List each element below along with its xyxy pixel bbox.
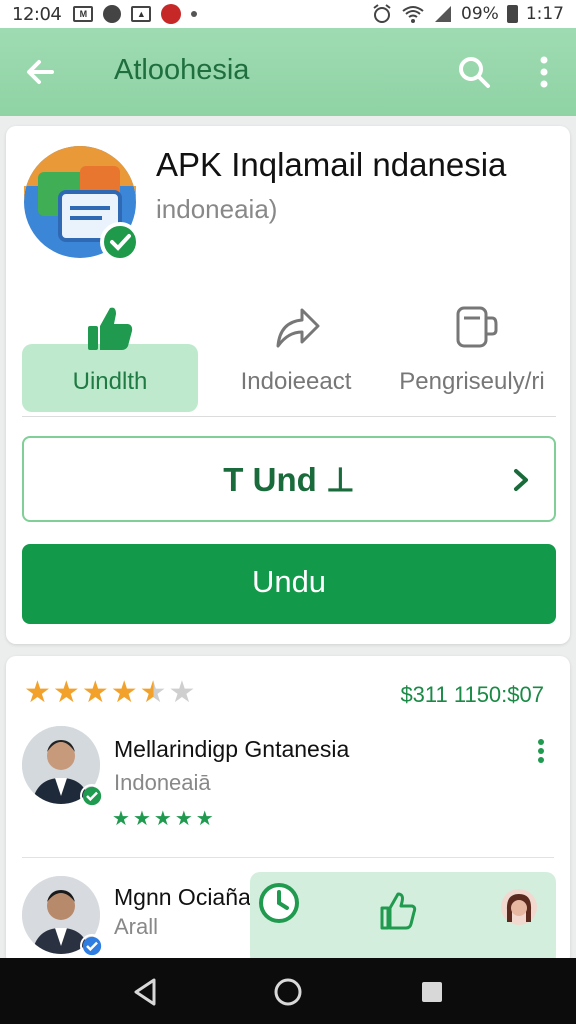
star-icon: ★	[174, 806, 193, 830]
status-clock-right: 1:17	[525, 4, 564, 24]
download-button-label: Undu	[251, 564, 327, 599]
verified-check-icon	[80, 784, 104, 808]
action-like-label: Uindlth	[72, 368, 148, 395]
rating-stars: ★ ★ ★ ★ ★ ★	[24, 678, 195, 708]
price-text: $311 1150:$07	[400, 682, 544, 707]
action-cup[interactable]: Pengriseuly/ri	[388, 302, 556, 412]
cup-icon	[456, 306, 498, 348]
star-icon: ★	[81, 675, 109, 710]
star-icon: ★	[52, 675, 80, 710]
action-row: Uindlth Indoieeact Pengriseuly/ri	[22, 302, 556, 412]
user-avatar-small-icon[interactable]	[500, 888, 538, 926]
chevron-right-icon	[514, 469, 528, 491]
nav-home-icon[interactable]	[272, 976, 304, 1008]
star-empty-icon: ★	[168, 675, 196, 710]
secondary-download-label: T Und ⊥	[223, 461, 355, 498]
star-half-icon: ★	[139, 675, 167, 710]
star-icon: ★	[112, 806, 130, 830]
star-icon: ★	[195, 806, 214, 830]
search-icon[interactable]	[456, 54, 492, 90]
red-app-icon	[161, 4, 182, 24]
alarm-icon	[373, 4, 391, 23]
message-icon: M	[73, 6, 94, 22]
star-icon: ★	[110, 675, 138, 710]
battery-icon	[506, 5, 518, 23]
signal-icon	[435, 6, 452, 22]
app-card: APK Inqlamail ndanesia indoneaia) Uindlt…	[6, 126, 570, 644]
review-subtitle: Indoneaiā	[114, 770, 211, 795]
history-icon[interactable]	[258, 882, 300, 924]
thumbs-up-outline-icon[interactable]	[378, 890, 418, 930]
review-subtitle: Arall	[114, 914, 159, 939]
review-stars: ★ ★ ★ ★ ★	[112, 806, 214, 830]
download-button[interactable]: Undu	[22, 544, 556, 624]
circle-icon	[103, 5, 122, 23]
status-time: 12:04	[12, 3, 62, 25]
star-icon: ★	[132, 806, 151, 830]
status-bar: 12:04 M ▲ 09% 1:17	[0, 0, 576, 28]
review-author: Mellarindigp Gntanesia	[114, 736, 350, 762]
back-arrow-icon[interactable]	[22, 54, 58, 90]
page-title: Atloohesia	[114, 54, 250, 86]
action-cup-label: Pengriseuly/ri	[399, 368, 545, 395]
app-logo-icon	[24, 146, 140, 262]
thumbs-up-icon	[88, 307, 133, 350]
battery-percent: 09%	[461, 4, 499, 24]
dot-icon	[191, 11, 198, 17]
system-nav-bar	[0, 958, 576, 1024]
divider	[22, 857, 554, 858]
share-arrow-icon	[276, 308, 320, 348]
app-name: APK Inqlamail ndanesia	[156, 146, 507, 183]
review-more-icon[interactable]	[536, 738, 546, 764]
star-icon: ★	[153, 806, 172, 830]
action-like[interactable]: Uindlth	[22, 302, 198, 412]
app-subtitle: indoneaia)	[156, 194, 278, 224]
more-vert-icon[interactable]	[530, 54, 558, 90]
action-share[interactable]: Indoieeact	[212, 302, 380, 412]
app-bar: Atloohesia	[0, 28, 576, 116]
nav-recents-icon[interactable]	[416, 976, 448, 1008]
quick-action-bar	[250, 872, 556, 966]
verified-badge-icon	[80, 934, 104, 958]
divider	[22, 416, 556, 417]
nav-back-icon[interactable]	[130, 976, 162, 1008]
reviews-card: ★ ★ ★ ★ ★ ★ $311 1150:$07 Mellarindigp G…	[6, 656, 570, 966]
photo-icon: ▲	[131, 6, 152, 22]
wifi-icon	[402, 6, 424, 23]
review-item: Mellarindigp Gntanesia Indoneaiā ★ ★ ★ ★ ★	[6, 726, 570, 856]
review-author: Mgnn Ociaña	[114, 884, 251, 910]
star-icon: ★	[24, 675, 51, 710]
secondary-download-button[interactable]: T Und ⊥	[22, 436, 556, 522]
action-share-label: Indoieeact	[240, 368, 352, 395]
